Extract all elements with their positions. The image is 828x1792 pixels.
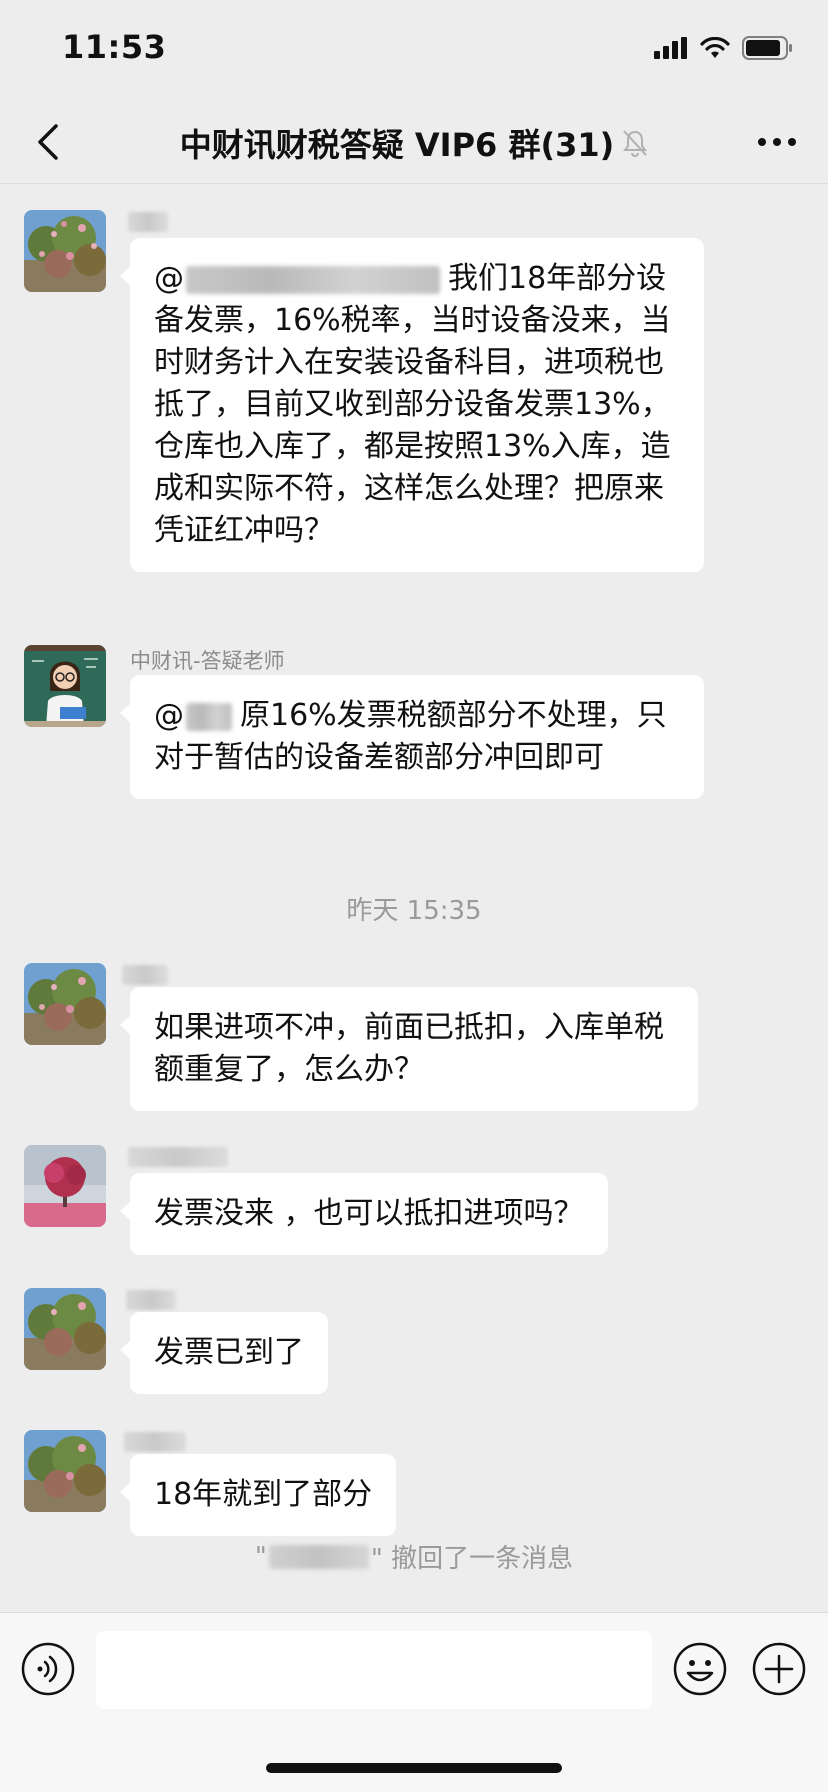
sender-name-redacted [128, 212, 168, 232]
sender-name-redacted [124, 1432, 186, 1452]
avatar[interactable] [24, 645, 106, 727]
avatar[interactable] [24, 1288, 106, 1370]
avatar[interactable] [24, 210, 106, 292]
recall-prefix: " [254, 1541, 267, 1572]
nav-bar: 中财讯财税答疑 VIP6 群(31) [0, 100, 828, 184]
message-bubble[interactable]: @ 原16%发票税额部分不处理，只对于暂估的设备差额部分冲回即可 [120, 675, 704, 799]
message-input[interactable] [96, 1631, 652, 1709]
avatar[interactable] [24, 963, 106, 1045]
chat-area[interactable]: @ 我们18年部分设备发票，16%税率，当时设备没来，当时财务计入在安装设备科目，… [0, 185, 828, 1610]
message-text: 18年就到了部分 [154, 1477, 373, 1512]
mention-redacted [186, 265, 440, 294]
message-bubble[interactable]: 发票没来 ，也可以抵扣进项吗？ [120, 1173, 608, 1255]
voice-button[interactable] [20, 1641, 76, 1697]
message-bubble[interactable]: 18年就到了部分 [119, 1454, 397, 1536]
timestamp: 昨天 15:35 [346, 896, 482, 926]
chat-title: 中财讯财税答疑 VIP6 群(31) [0, 120, 828, 166]
message-bubble[interactable]: @ 我们18年部分设备发票，16%税率，当时设备没来，当时财务计入在安装设备科目，… [120, 238, 704, 572]
message-text: 我们18年部分设备发票，16%税率，当时设备没来，当时财务计入在安装设备科目，进… [154, 261, 671, 548]
avatar-tree-image [24, 210, 106, 292]
sender-name-redacted [128, 1147, 228, 1167]
home-indicator [266, 1763, 562, 1773]
mention-text: @ [154, 698, 184, 733]
message-bubble[interactable]: 发票已到了 [120, 1312, 328, 1394]
emoji-button[interactable] [672, 1641, 728, 1697]
recall-name-redacted [268, 1544, 369, 1569]
avatar-tree-image [24, 963, 106, 1045]
sender-name-redacted [122, 965, 168, 985]
recall-suffix: " 撤回了一条消息 [370, 1544, 574, 1574]
recall-notice: " " 撤回了一条消息 [0, 1538, 828, 1575]
mention-text: @ [154, 261, 184, 296]
sender-name-redacted [126, 1290, 176, 1310]
avatar-tree-image [24, 1288, 106, 1370]
bell-off-icon [623, 130, 648, 157]
message-bubble[interactable]: 如果进项不冲，前面已抵扣，入库单税额重复了，怎么办？ [120, 987, 698, 1111]
signal-icon [654, 37, 687, 59]
status-time: 11:53 [62, 28, 167, 66]
avatar-teacher-image [24, 645, 106, 727]
voice-icon [21, 1642, 75, 1696]
message-text: 发票已到了 [154, 1335, 304, 1370]
avatar[interactable] [24, 1430, 106, 1512]
chat-title-text: 中财讯财税答疑 VIP6 群(31) [179, 126, 615, 164]
message-text: 发票没来 ，也可以抵扣进项吗？ [154, 1196, 584, 1231]
more-icon [758, 138, 796, 146]
status-bar: 11:53 [0, 0, 828, 100]
mention-redacted [186, 702, 232, 731]
plus-icon [752, 1642, 806, 1696]
avatar-tree-image [24, 1430, 106, 1512]
wifi-icon [700, 37, 730, 58]
avatar[interactable] [24, 1145, 106, 1227]
message-text: 如果进项不冲，前面已抵扣，入库单税额重复了，怎么办？ [154, 1010, 664, 1087]
sender-name: 中财讯-答疑老师 [130, 649, 285, 673]
battery-icon [742, 36, 792, 60]
more-button[interactable] [752, 120, 802, 164]
avatar-pink-tree-image [24, 1145, 106, 1227]
status-icons [654, 36, 794, 60]
plus-button[interactable] [751, 1641, 807, 1697]
emoji-icon [673, 1642, 727, 1696]
